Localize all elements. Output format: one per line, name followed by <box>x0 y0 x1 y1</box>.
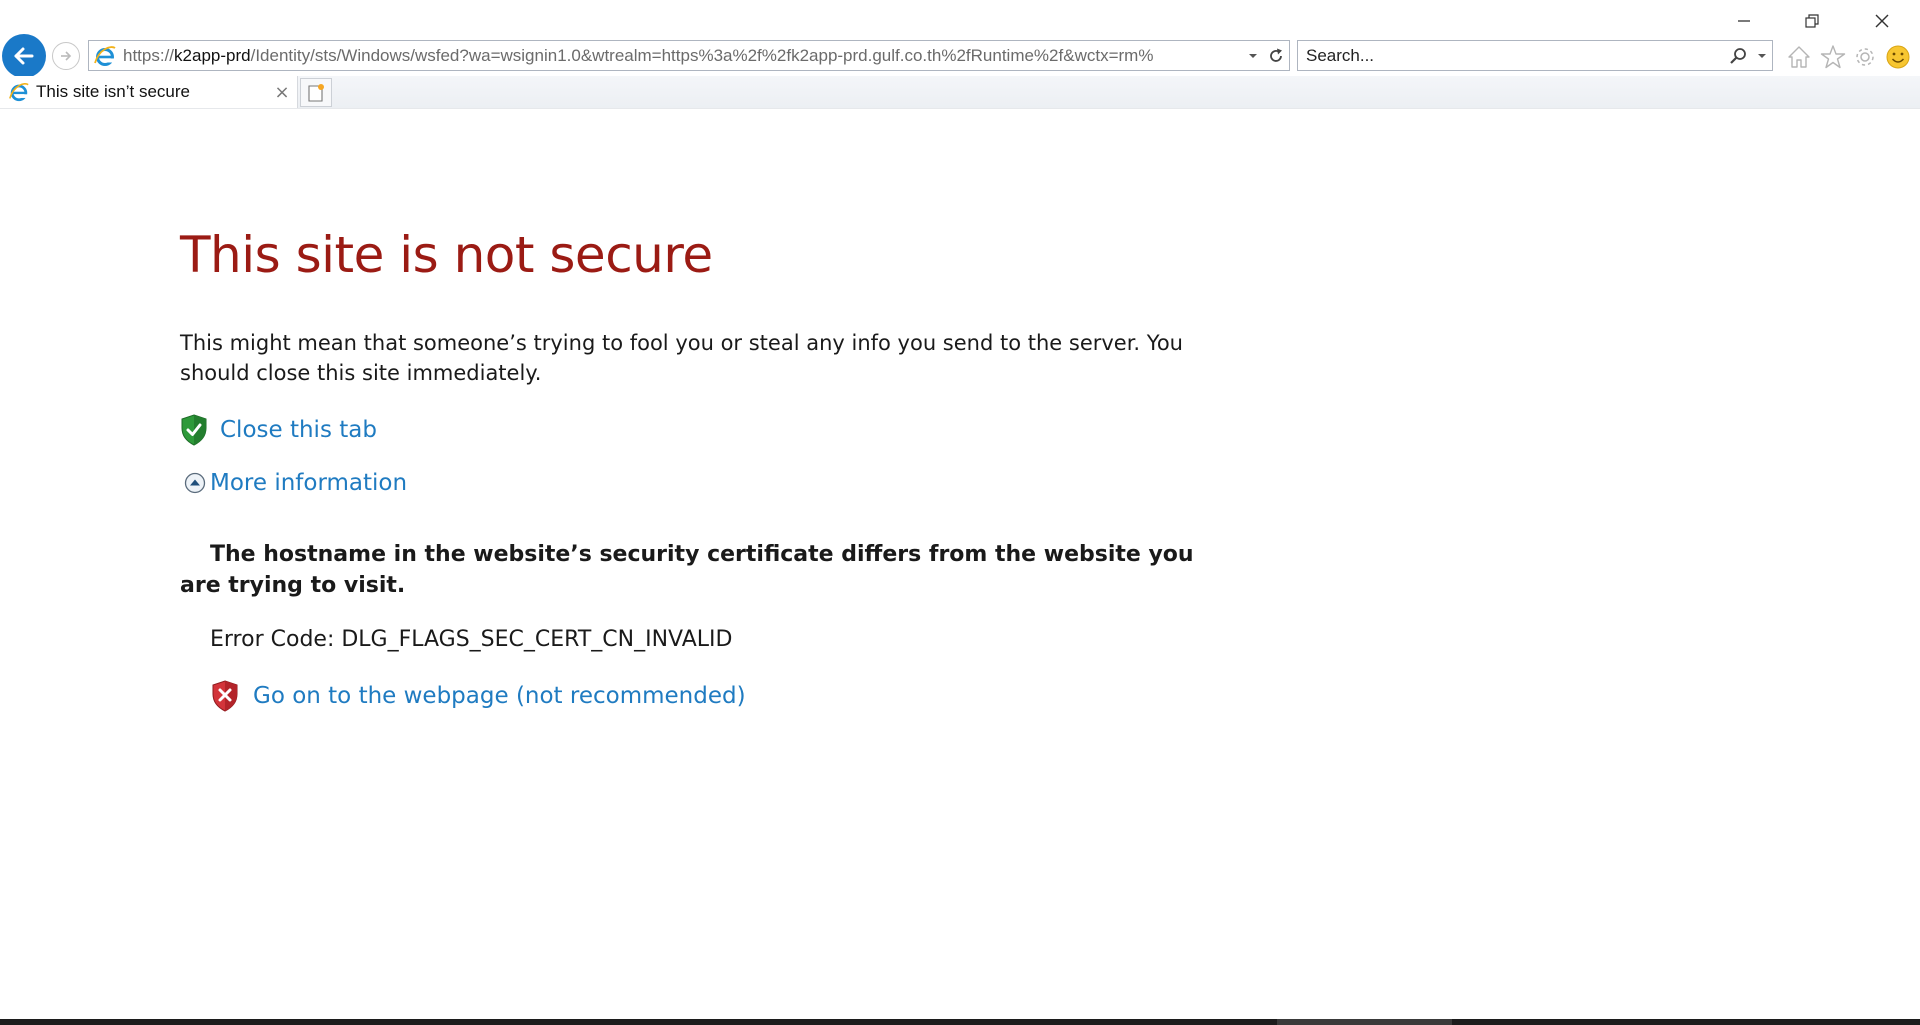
tab-close-button[interactable]: × <box>271 81 293 103</box>
tab-strip: This site isn’t secure × <box>0 76 1920 109</box>
url-path: /Identity/sts/Windows/wsfed?wa=wsignin1.… <box>250 45 1154 65</box>
url-host: k2app-prd <box>174 45 251 65</box>
settings-button[interactable] <box>1850 42 1880 72</box>
new-tab-icon <box>308 83 324 102</box>
ie-logo-icon <box>9 83 29 102</box>
refresh-button[interactable] <box>1263 41 1289 70</box>
new-tab-button[interactable] <box>300 78 332 107</box>
feedback-button[interactable] <box>1883 42 1913 72</box>
settings-gear-icon <box>1856 48 1874 66</box>
url-prefix: https:// <box>123 45 175 65</box>
minimize-icon <box>1738 20 1750 22</box>
home-icon <box>1788 46 1810 68</box>
home-button[interactable] <box>1784 42 1814 72</box>
restore-button[interactable] <box>1792 8 1832 34</box>
address-bar[interactable]: https://k2app-prd/Identity/sts/Windows/w… <box>88 40 1290 71</box>
error-code: Error Code: DLG_FLAGS_SEC_CERT_CN_INVALI… <box>210 627 733 652</box>
shield-check-icon <box>181 414 207 446</box>
minimize-button[interactable] <box>1724 8 1764 34</box>
forward-icon <box>61 51 72 61</box>
search-icon <box>1730 47 1746 64</box>
back-button[interactable] <box>2 34 46 78</box>
tab-title: This site isn’t secure <box>36 82 190 101</box>
search-provider-dropdown[interactable] <box>1752 52 1772 60</box>
certificate-error-detail: The hostname in the website’s security c… <box>180 542 1194 598</box>
address-dropdown-button[interactable] <box>1243 52 1263 60</box>
close-this-tab-link[interactable]: Close this tab <box>220 417 377 443</box>
ie-logo-icon <box>94 45 116 66</box>
favorites-star-icon <box>1820 45 1846 69</box>
more-information-toggle[interactable]: More information <box>184 470 407 496</box>
dropdown-icon <box>1758 53 1766 58</box>
more-information-link[interactable]: More information <box>210 470 407 496</box>
favorites-button[interactable] <box>1818 42 1848 72</box>
page-title: This site is not secure <box>180 226 713 284</box>
dropdown-icon <box>1249 53 1257 58</box>
smiley-feedback-icon <box>1886 45 1910 69</box>
forward-button[interactable] <box>52 42 80 70</box>
address-url[interactable]: https://k2app-prd/Identity/sts/Windows/w… <box>123 46 1243 66</box>
search-box <box>1297 40 1773 71</box>
warning-description: This might mean that someone’s trying to… <box>180 331 1183 385</box>
taskbar-edge <box>0 1019 1920 1025</box>
browser-window: https://k2app-prd/Identity/sts/Windows/w… <box>0 0 1920 1025</box>
refresh-icon <box>1270 48 1282 62</box>
collapse-chevron-up-icon <box>184 472 206 494</box>
close-icon <box>1875 14 1889 28</box>
search-button[interactable] <box>1724 41 1752 70</box>
search-input[interactable] <box>1298 41 1724 70</box>
tab-this-site-isnt-secure[interactable]: This site isn’t secure × <box>0 76 298 108</box>
back-icon <box>14 47 34 65</box>
shield-x-icon <box>212 680 238 712</box>
restore-icon <box>1805 14 1819 28</box>
continue-action: Go on to the webpage (not recommended) <box>211 680 746 712</box>
close-tab-action: Close this tab <box>180 414 377 446</box>
close-window-button[interactable] <box>1862 8 1902 34</box>
go-on-to-webpage-link[interactable]: Go on to the webpage (not recommended) <box>253 683 746 709</box>
